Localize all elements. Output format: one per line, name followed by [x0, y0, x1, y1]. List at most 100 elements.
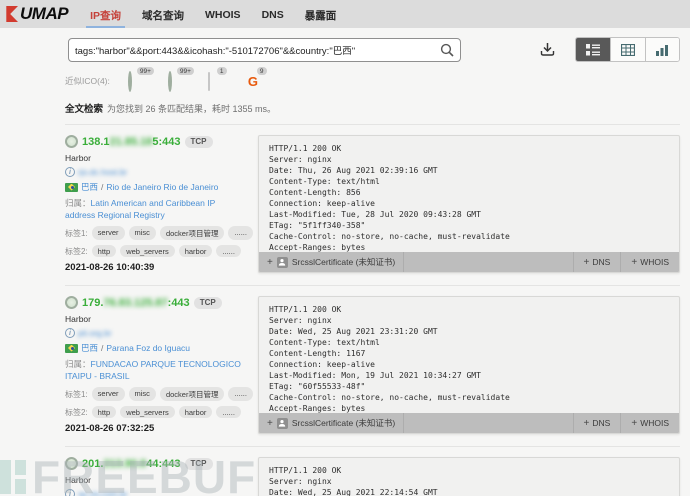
- favicon-harbor-1[interactable]: 99+: [127, 67, 154, 92]
- add-dns-button[interactable]: + DNS: [572, 252, 621, 272]
- tab-dns[interactable]: DNS: [262, 3, 284, 25]
- favicon-count-badge: 99+: [176, 67, 194, 75]
- scan-timestamp: 2021-08-26 07:32:25: [65, 423, 155, 434]
- harbor-favicon-icon: [167, 71, 172, 92]
- main-nav: IP查询 域名查询 WHOIS DNS 暴露面: [86, 2, 337, 28]
- censored-hostname-link[interactable]: sp.viv.com.br: [78, 489, 127, 496]
- result-row: 201.213.90.844:443 TCP Harbor i sp.viv.c…: [65, 446, 680, 496]
- favicon-page[interactable]: 1: [207, 67, 227, 91]
- tag-chip[interactable]: ......: [216, 406, 241, 418]
- list-view-button[interactable]: [575, 38, 611, 61]
- result-row: 138.121.85.185:443 TCP Harbor i rjo.dc.h…: [65, 125, 680, 285]
- country-link[interactable]: 巴西: [81, 181, 98, 193]
- results-list: 138.121.85.185:443 TCP Harbor i rjo.dc.h…: [65, 125, 680, 496]
- protocol-badge: TCP: [184, 135, 213, 148]
- tag-chip[interactable]: server: [91, 226, 125, 240]
- tag-chip[interactable]: ......: [216, 245, 241, 257]
- tag-chip[interactable]: docker项目管理: [159, 226, 225, 240]
- org-label: 归属：: [65, 359, 91, 369]
- favicon-g[interactable]: G 9: [247, 67, 267, 89]
- result-summary: 全文检索 为您找到 26 条匹配结果，耗时 1355 ms。: [65, 101, 680, 125]
- tag-chip[interactable]: web_servers: [120, 245, 175, 257]
- add-dns-button[interactable]: + DNS: [572, 413, 621, 433]
- hostname-row[interactable]: i sp.viv.com.br: [65, 489, 247, 496]
- tab-domain-search[interactable]: 域名查询: [142, 2, 184, 27]
- certificate-chip[interactable]: + SrcsslCertificate (未知证书): [259, 413, 405, 433]
- download-icon[interactable]: [539, 41, 556, 58]
- hostname-row[interactable]: i rjo.dc.host.br: [65, 167, 247, 177]
- region-city-link[interactable]: Parana Foz do Iguacu: [106, 343, 190, 353]
- tags1-chips: server misc docker项目管理......: [91, 226, 253, 240]
- certificate-avatar-icon: [276, 417, 288, 429]
- app-name: Harbor: [65, 153, 91, 163]
- tag-chip[interactable]: http: [91, 245, 117, 257]
- tags1-label: 标签1:: [65, 228, 88, 238]
- tags1-row: 标签1: server misc docker项目管理......: [65, 226, 253, 240]
- ip-port-link[interactable]: 138.121.85.185:443: [82, 136, 181, 148]
- region-city-link[interactable]: Rio de Janeiro Rio de Janeiro: [106, 182, 218, 192]
- tag-chip[interactable]: harbor: [178, 245, 213, 257]
- tag-chip[interactable]: http: [91, 406, 117, 418]
- table-view-button[interactable]: [610, 38, 645, 61]
- banner-footer-bar: + SrcsslCertificate (未知证书) + DNS + WHOIS: [259, 252, 679, 272]
- certificate-chip[interactable]: + SrcsslCertificate (未知证书): [259, 252, 405, 272]
- search-icon[interactable]: [439, 42, 455, 58]
- search-box: [68, 37, 461, 62]
- tab-whois[interactable]: WHOIS: [205, 3, 241, 25]
- harbor-favicon-icon: [65, 296, 78, 309]
- tag-chip[interactable]: server: [91, 387, 125, 401]
- ip-port-link[interactable]: 201.213.90.844:443: [82, 458, 181, 470]
- censored-hostname-link[interactable]: pti.org.br: [78, 328, 112, 338]
- harbor-favicon-icon: [127, 71, 132, 92]
- app-logo[interactable]: UMAP: [5, 4, 69, 24]
- logo-text: UMAP: [20, 4, 69, 23]
- tag-chip[interactable]: ......: [228, 226, 253, 240]
- country-link[interactable]: 巴西: [81, 342, 98, 354]
- tags2-chips: http web_servers harbor......: [91, 245, 241, 257]
- tag-chip[interactable]: harbor: [178, 406, 213, 418]
- certificate-avatar-icon: [276, 256, 288, 268]
- plus-icon: +: [583, 417, 590, 429]
- favicon-count-badge: 9: [256, 67, 267, 75]
- tab-ip-search[interactable]: IP查询: [86, 2, 125, 28]
- tag-chip[interactable]: docker项目管理: [159, 387, 225, 401]
- org-row: 归属：Latin American and Caribbean IP addre…: [65, 197, 247, 221]
- result-left-column: 138.121.85.185:443 TCP Harbor i rjo.dc.h…: [65, 135, 253, 273]
- tag-chip[interactable]: ......: [228, 387, 253, 401]
- similar-ico-label: 近似ICO(4):: [65, 76, 110, 86]
- certificate-label: SrcsslCertificate (未知证书): [291, 257, 396, 267]
- ip-port-link[interactable]: 179.76.83.125.87:443: [82, 297, 190, 309]
- logo-mark-icon: [6, 6, 18, 22]
- search-input[interactable]: [68, 37, 461, 62]
- tags2-label: 标签2:: [65, 246, 88, 256]
- banner-footer-bar: + SrcsslCertificate (未知证书) + DNS + WHOIS: [259, 413, 679, 433]
- whois-button-label: WHOIS: [640, 418, 669, 428]
- org-label: 归属：: [65, 198, 91, 208]
- g-favicon-icon: G: [247, 74, 258, 89]
- tags2-chips: http web_servers harbor......: [91, 406, 241, 418]
- tab-exposure[interactable]: 暴露面: [305, 2, 337, 27]
- result-left-column: 179.76.83.125.87:443 TCP Harbor i pti.or…: [65, 296, 253, 434]
- add-whois-button[interactable]: + WHOIS: [620, 413, 679, 433]
- brazil-flag-icon: [65, 343, 78, 353]
- plus-icon: +: [631, 417, 638, 429]
- censored-hostname-link[interactable]: rjo.dc.host.br: [78, 167, 127, 177]
- tag-chip[interactable]: misc: [128, 226, 156, 240]
- plus-icon: +: [631, 256, 638, 268]
- chart-view-button[interactable]: [644, 38, 679, 61]
- watermark-logo-icon: [0, 460, 26, 494]
- tags2-label: 标签2:: [65, 407, 88, 417]
- tag-chip[interactable]: web_servers: [120, 406, 175, 418]
- org-row: 归属：FUNDACAO PARQUE TECNOLOGICO ITAIPU - …: [65, 358, 247, 382]
- location-row: 巴西 / Rio de Janeiro Rio de Janeiro: [65, 181, 247, 193]
- tag-chip[interactable]: misc: [128, 387, 156, 401]
- brazil-flag-icon: [65, 182, 78, 192]
- location-separator: /: [101, 182, 104, 192]
- top-header: UMAP IP查询 域名查询 WHOIS DNS 暴露面: [0, 0, 690, 28]
- summary-text: 为您找到 26 条匹配结果，耗时 1355 ms。: [107, 104, 277, 114]
- hostname-row[interactable]: i pti.org.br: [65, 328, 247, 338]
- org-link[interactable]: FUNDACAO PARQUE TECNOLOGICO ITAIPU - BRA…: [65, 359, 241, 381]
- add-whois-button[interactable]: + WHOIS: [620, 252, 679, 272]
- favicon-harbor-2[interactable]: 99+: [167, 67, 194, 92]
- page: UMAP IP查询 域名查询 WHOIS DNS 暴露面 tags:"harbo…: [0, 0, 690, 496]
